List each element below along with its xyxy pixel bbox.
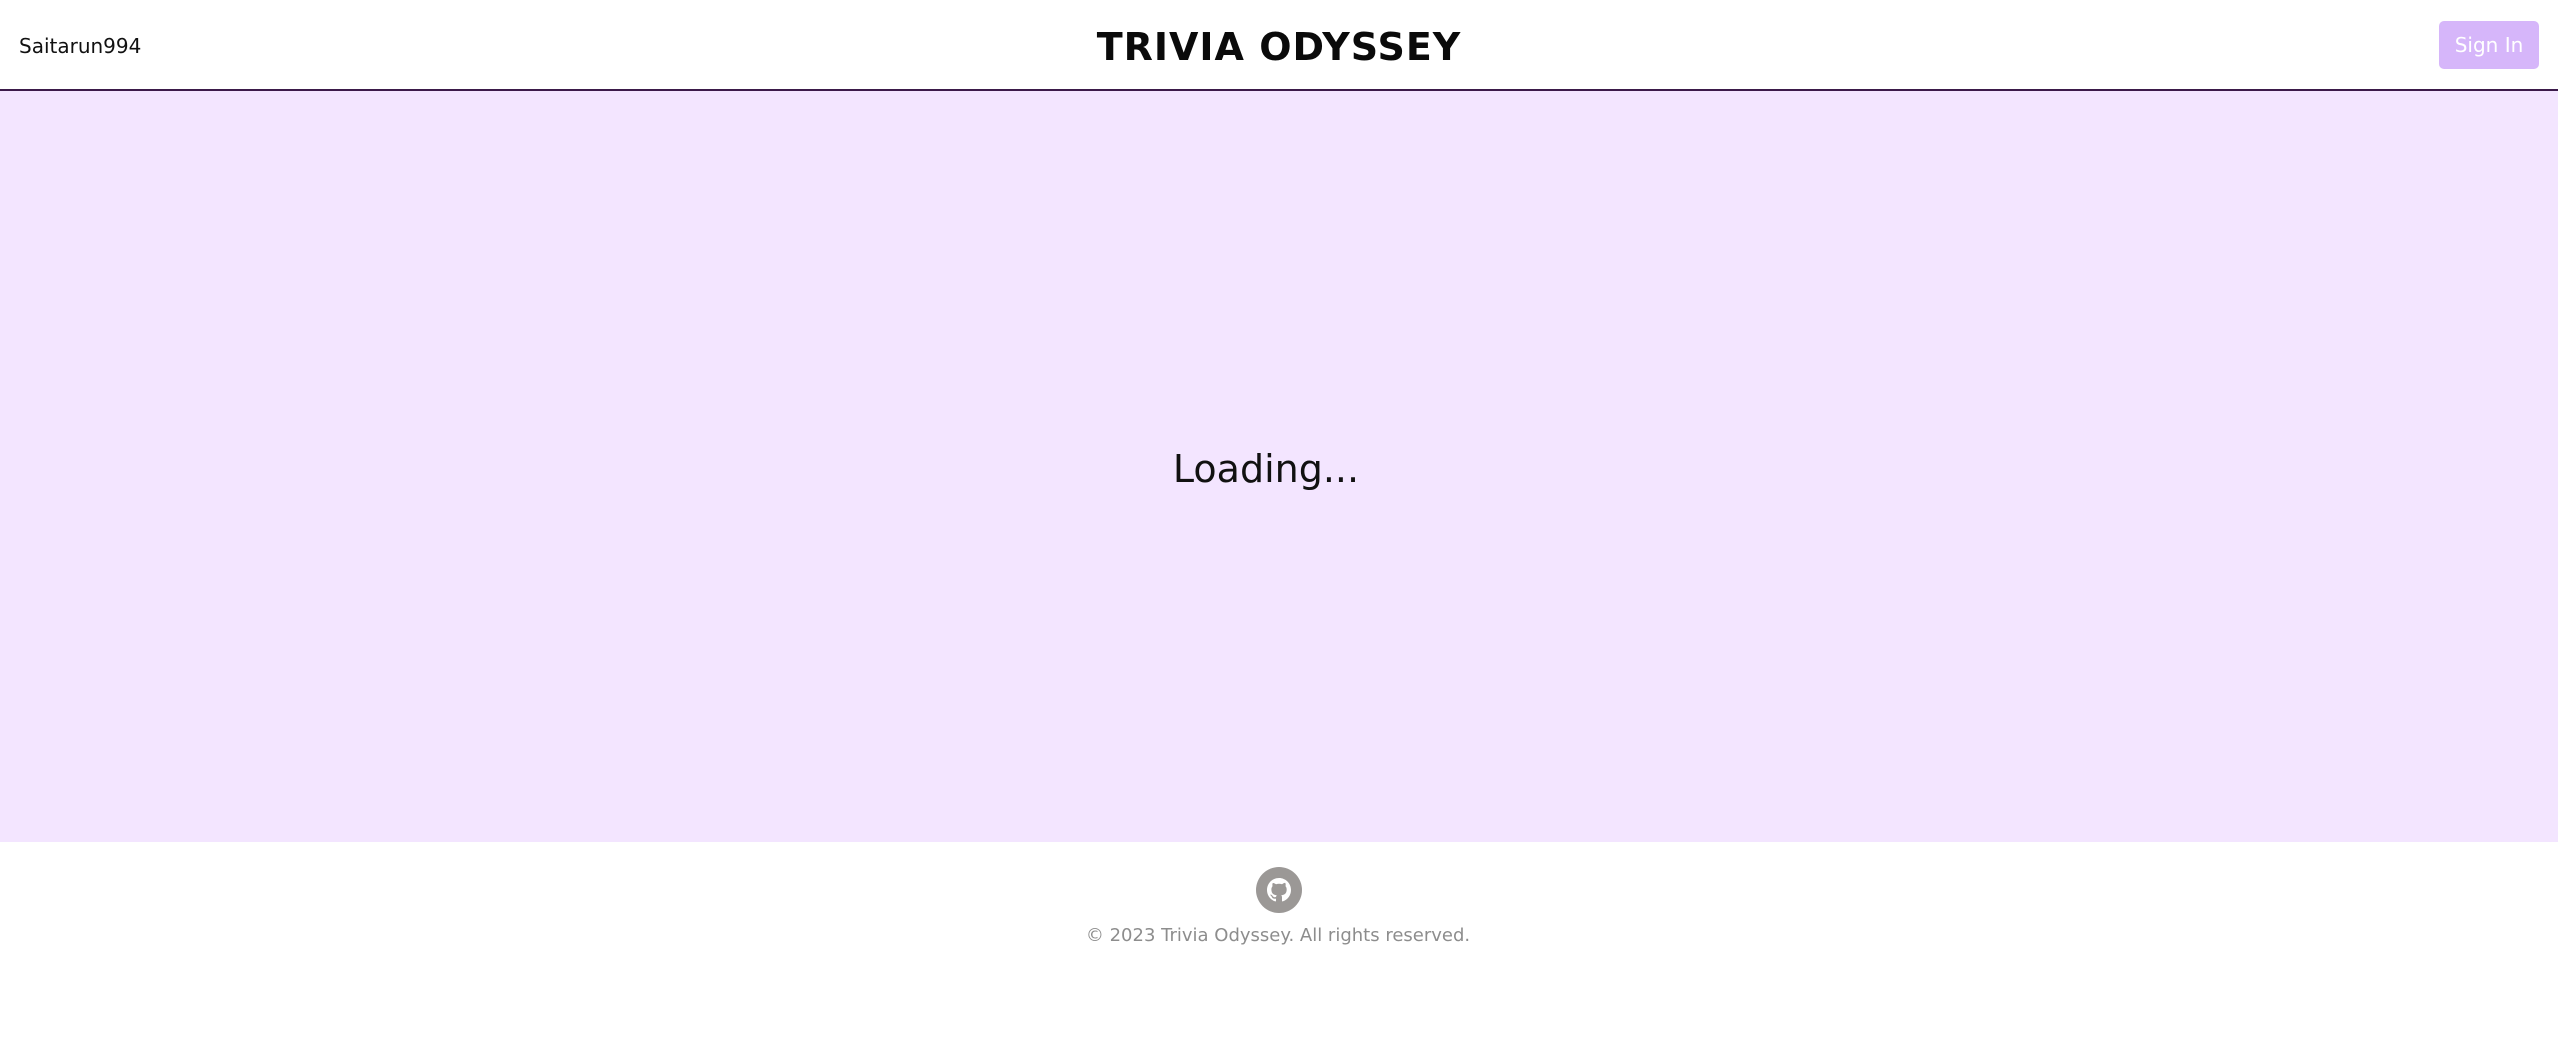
site-title[interactable]: TRIVIA ODYSSEY [0,24,2558,70]
loading-text: Loading... [1172,447,1360,491]
main-content: Loading... [0,91,2558,842]
copyright-text: © 2023 Trivia Odyssey. All rights reserv… [1085,925,1471,946]
top-navbar: Saitarun994 TRIVIA ODYSSEY Sign In [0,0,2558,91]
page: Saitarun994 TRIVIA ODYSSEY Sign In Loadi… [0,0,2558,1040]
github-link[interactable] [1256,867,1302,913]
sign-in-button[interactable]: Sign In [2439,21,2539,69]
footer: © 2023 Trivia Odyssey. All rights reserv… [0,842,2558,1040]
github-icon [1267,878,1291,902]
